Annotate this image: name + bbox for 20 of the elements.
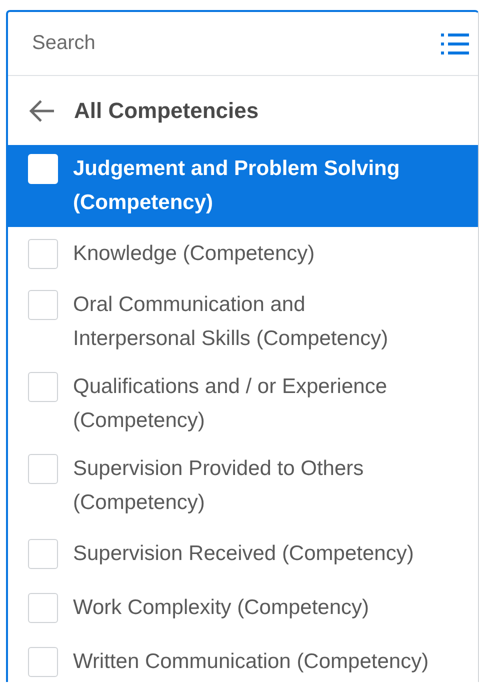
item-label: Written Communication (Competency) xyxy=(73,649,429,675)
checkbox[interactable] xyxy=(28,454,58,484)
item-label: Oral Communication and Interpersonal Skills (Competency) xyxy=(73,292,388,352)
back-arrow-icon[interactable] xyxy=(28,98,56,122)
item-label: Qualifications and / or Experience (Competency) xyxy=(73,374,388,434)
checkbox[interactable] xyxy=(28,593,58,623)
checkbox[interactable] xyxy=(28,539,58,569)
search-field[interactable]: Search xyxy=(30,31,440,56)
item-label: Supervision Provided to Others (Competency) xyxy=(73,456,364,516)
item-label: Judgement and Problem Solving (Competency) xyxy=(73,156,400,216)
list-icon[interactable] xyxy=(440,32,470,56)
list-item[interactable]: Judgement and Problem Solving (Competency) xyxy=(8,145,478,227)
item-label: Work Complexity (Competency) xyxy=(73,595,370,621)
item-label: Knowledge (Competency) xyxy=(73,241,315,267)
list-title: All Competencies xyxy=(74,98,259,124)
checkbox[interactable] xyxy=(28,239,58,269)
item-label: Supervision Received (Competency) xyxy=(73,541,414,567)
checkbox[interactable] xyxy=(28,372,58,402)
checkbox[interactable] xyxy=(28,290,58,320)
checkbox[interactable] xyxy=(28,647,58,677)
